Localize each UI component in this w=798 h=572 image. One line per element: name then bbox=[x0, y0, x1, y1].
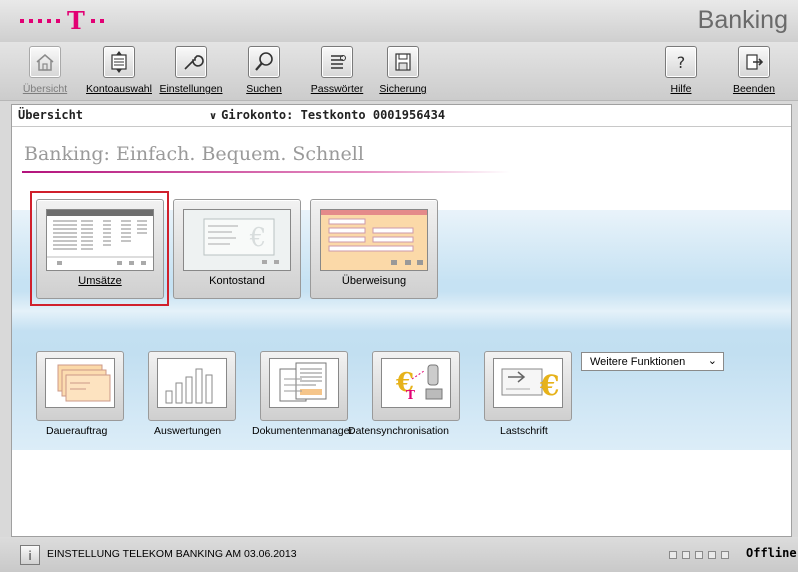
exit-icon bbox=[738, 46, 770, 78]
chevron-down-icon: ∨ bbox=[209, 111, 218, 122]
toolbar-label: Übersicht bbox=[22, 83, 68, 95]
direct-debit-icon: € bbox=[493, 358, 563, 408]
account-selector[interactable]: ∨ Girokonto: Testkonto 0001956434 bbox=[209, 108, 445, 122]
toolbar-label: Sicherung bbox=[379, 83, 427, 95]
tagline: Banking: Einfach. Bequem. Schnell bbox=[24, 143, 364, 165]
toolbar-label: Kontoauswahl bbox=[86, 83, 152, 95]
svg-text:T: T bbox=[406, 388, 415, 402]
toolbar-button-beenden[interactable]: Beenden bbox=[730, 46, 778, 98]
info-icon[interactable]: i bbox=[20, 545, 40, 565]
account-select-icon bbox=[103, 46, 135, 78]
content-frame: Übersicht ∨ Girokonto: Testkonto 00019564… bbox=[11, 104, 792, 537]
toolbar-label: Einstellungen bbox=[159, 83, 223, 95]
transactions-thumbnail-icon bbox=[46, 209, 154, 271]
tile-label: Kontostand bbox=[209, 275, 265, 287]
app-title: Banking bbox=[697, 6, 788, 34]
main-toolbar: Übersicht Kontoauswahl Einstellungen Suc… bbox=[0, 42, 798, 101]
search-icon bbox=[248, 46, 280, 78]
function-datensynchronisation[interactable]: € T bbox=[372, 351, 460, 421]
standing-order-icon bbox=[45, 358, 115, 408]
status-bar: i EINSTELLUNG TELEKOM BANKING AM 03.06.2… bbox=[0, 537, 798, 572]
telekom-logo: T bbox=[20, 8, 109, 34]
title-bar: T Banking bbox=[0, 0, 798, 42]
function-label: Lastschrift bbox=[500, 425, 548, 437]
toolbar-label: Hilfe bbox=[670, 83, 692, 95]
function-label: Datensynchronisation bbox=[348, 425, 449, 437]
tile-ueberweisung[interactable]: Überweisung bbox=[310, 199, 438, 299]
balance-thumbnail-icon: € bbox=[183, 209, 291, 271]
account-label: Girokonto: Testkonto 0001956434 bbox=[221, 108, 446, 122]
transfer-thumbnail-icon bbox=[320, 209, 428, 271]
function-label: Auswertungen bbox=[154, 425, 222, 437]
function-auswertungen[interactable] bbox=[148, 351, 236, 421]
toolbar-button-suchen[interactable]: Suchen bbox=[240, 46, 288, 98]
toolbar-button-passwoerter[interactable]: Passwörter bbox=[305, 46, 369, 98]
tile-label: Umsätze bbox=[78, 275, 122, 287]
toolbar-button-uebersicht[interactable]: Übersicht bbox=[16, 46, 74, 98]
help-icon: ? bbox=[665, 46, 697, 78]
password-list-icon bbox=[321, 46, 353, 78]
tile-umsaetze[interactable]: Umsätze bbox=[36, 199, 164, 299]
toolbar-label: Suchen bbox=[246, 83, 282, 95]
function-dauerauftrag[interactable] bbox=[36, 351, 124, 421]
svg-text:i: i bbox=[28, 549, 31, 563]
toolbar-button-sicherung[interactable]: Sicherung bbox=[371, 46, 435, 98]
connection-indicator bbox=[669, 551, 729, 559]
svg-text:?: ? bbox=[677, 53, 686, 72]
toolbar-button-hilfe[interactable]: ? Hilfe bbox=[665, 46, 697, 98]
function-dokumentenmanager[interactable] bbox=[260, 351, 348, 421]
breadcrumb-current: Übersicht bbox=[18, 108, 84, 122]
toolbar-button-einstellungen[interactable]: Einstellungen bbox=[158, 46, 224, 98]
toolbar-button-kontoauswahl[interactable]: Kontoauswahl bbox=[81, 46, 157, 98]
data-sync-icon: € T bbox=[381, 358, 451, 408]
toolbar-label: Beenden bbox=[732, 83, 776, 95]
svg-text:€: € bbox=[249, 223, 267, 253]
banking-window: T Banking Übersicht Kontoauswahl Einstel… bbox=[0, 0, 798, 572]
toolbar-label: Passwörter bbox=[310, 83, 364, 95]
function-label: Dauerauftrag bbox=[46, 425, 108, 437]
documents-icon bbox=[269, 358, 339, 408]
svg-text:€: € bbox=[539, 369, 559, 402]
function-lastschrift[interactable]: € bbox=[484, 351, 572, 421]
tagline-underline bbox=[22, 171, 510, 173]
connection-status: Offline bbox=[746, 546, 797, 560]
tile-label: Überweisung bbox=[341, 275, 407, 287]
chevron-down-icon: ⌄ bbox=[707, 354, 717, 367]
more-functions-dropdown[interactable]: Weitere Funktionen ⌄ bbox=[581, 352, 724, 371]
backup-icon bbox=[387, 46, 419, 78]
more-functions-selected: Weitere Funktionen bbox=[590, 356, 686, 368]
tile-kontostand[interactable]: € Kontostand bbox=[173, 199, 301, 299]
breadcrumb: Übersicht ∨ Girokonto: Testkonto 00019564… bbox=[12, 105, 791, 127]
wrench-icon bbox=[175, 46, 207, 78]
home-icon bbox=[29, 46, 61, 78]
bar-chart-icon bbox=[157, 358, 227, 408]
status-message: EINSTELLUNG TELEKOM BANKING AM 03.06.201… bbox=[47, 548, 297, 560]
function-label: Dokumentenmanager bbox=[252, 425, 353, 437]
